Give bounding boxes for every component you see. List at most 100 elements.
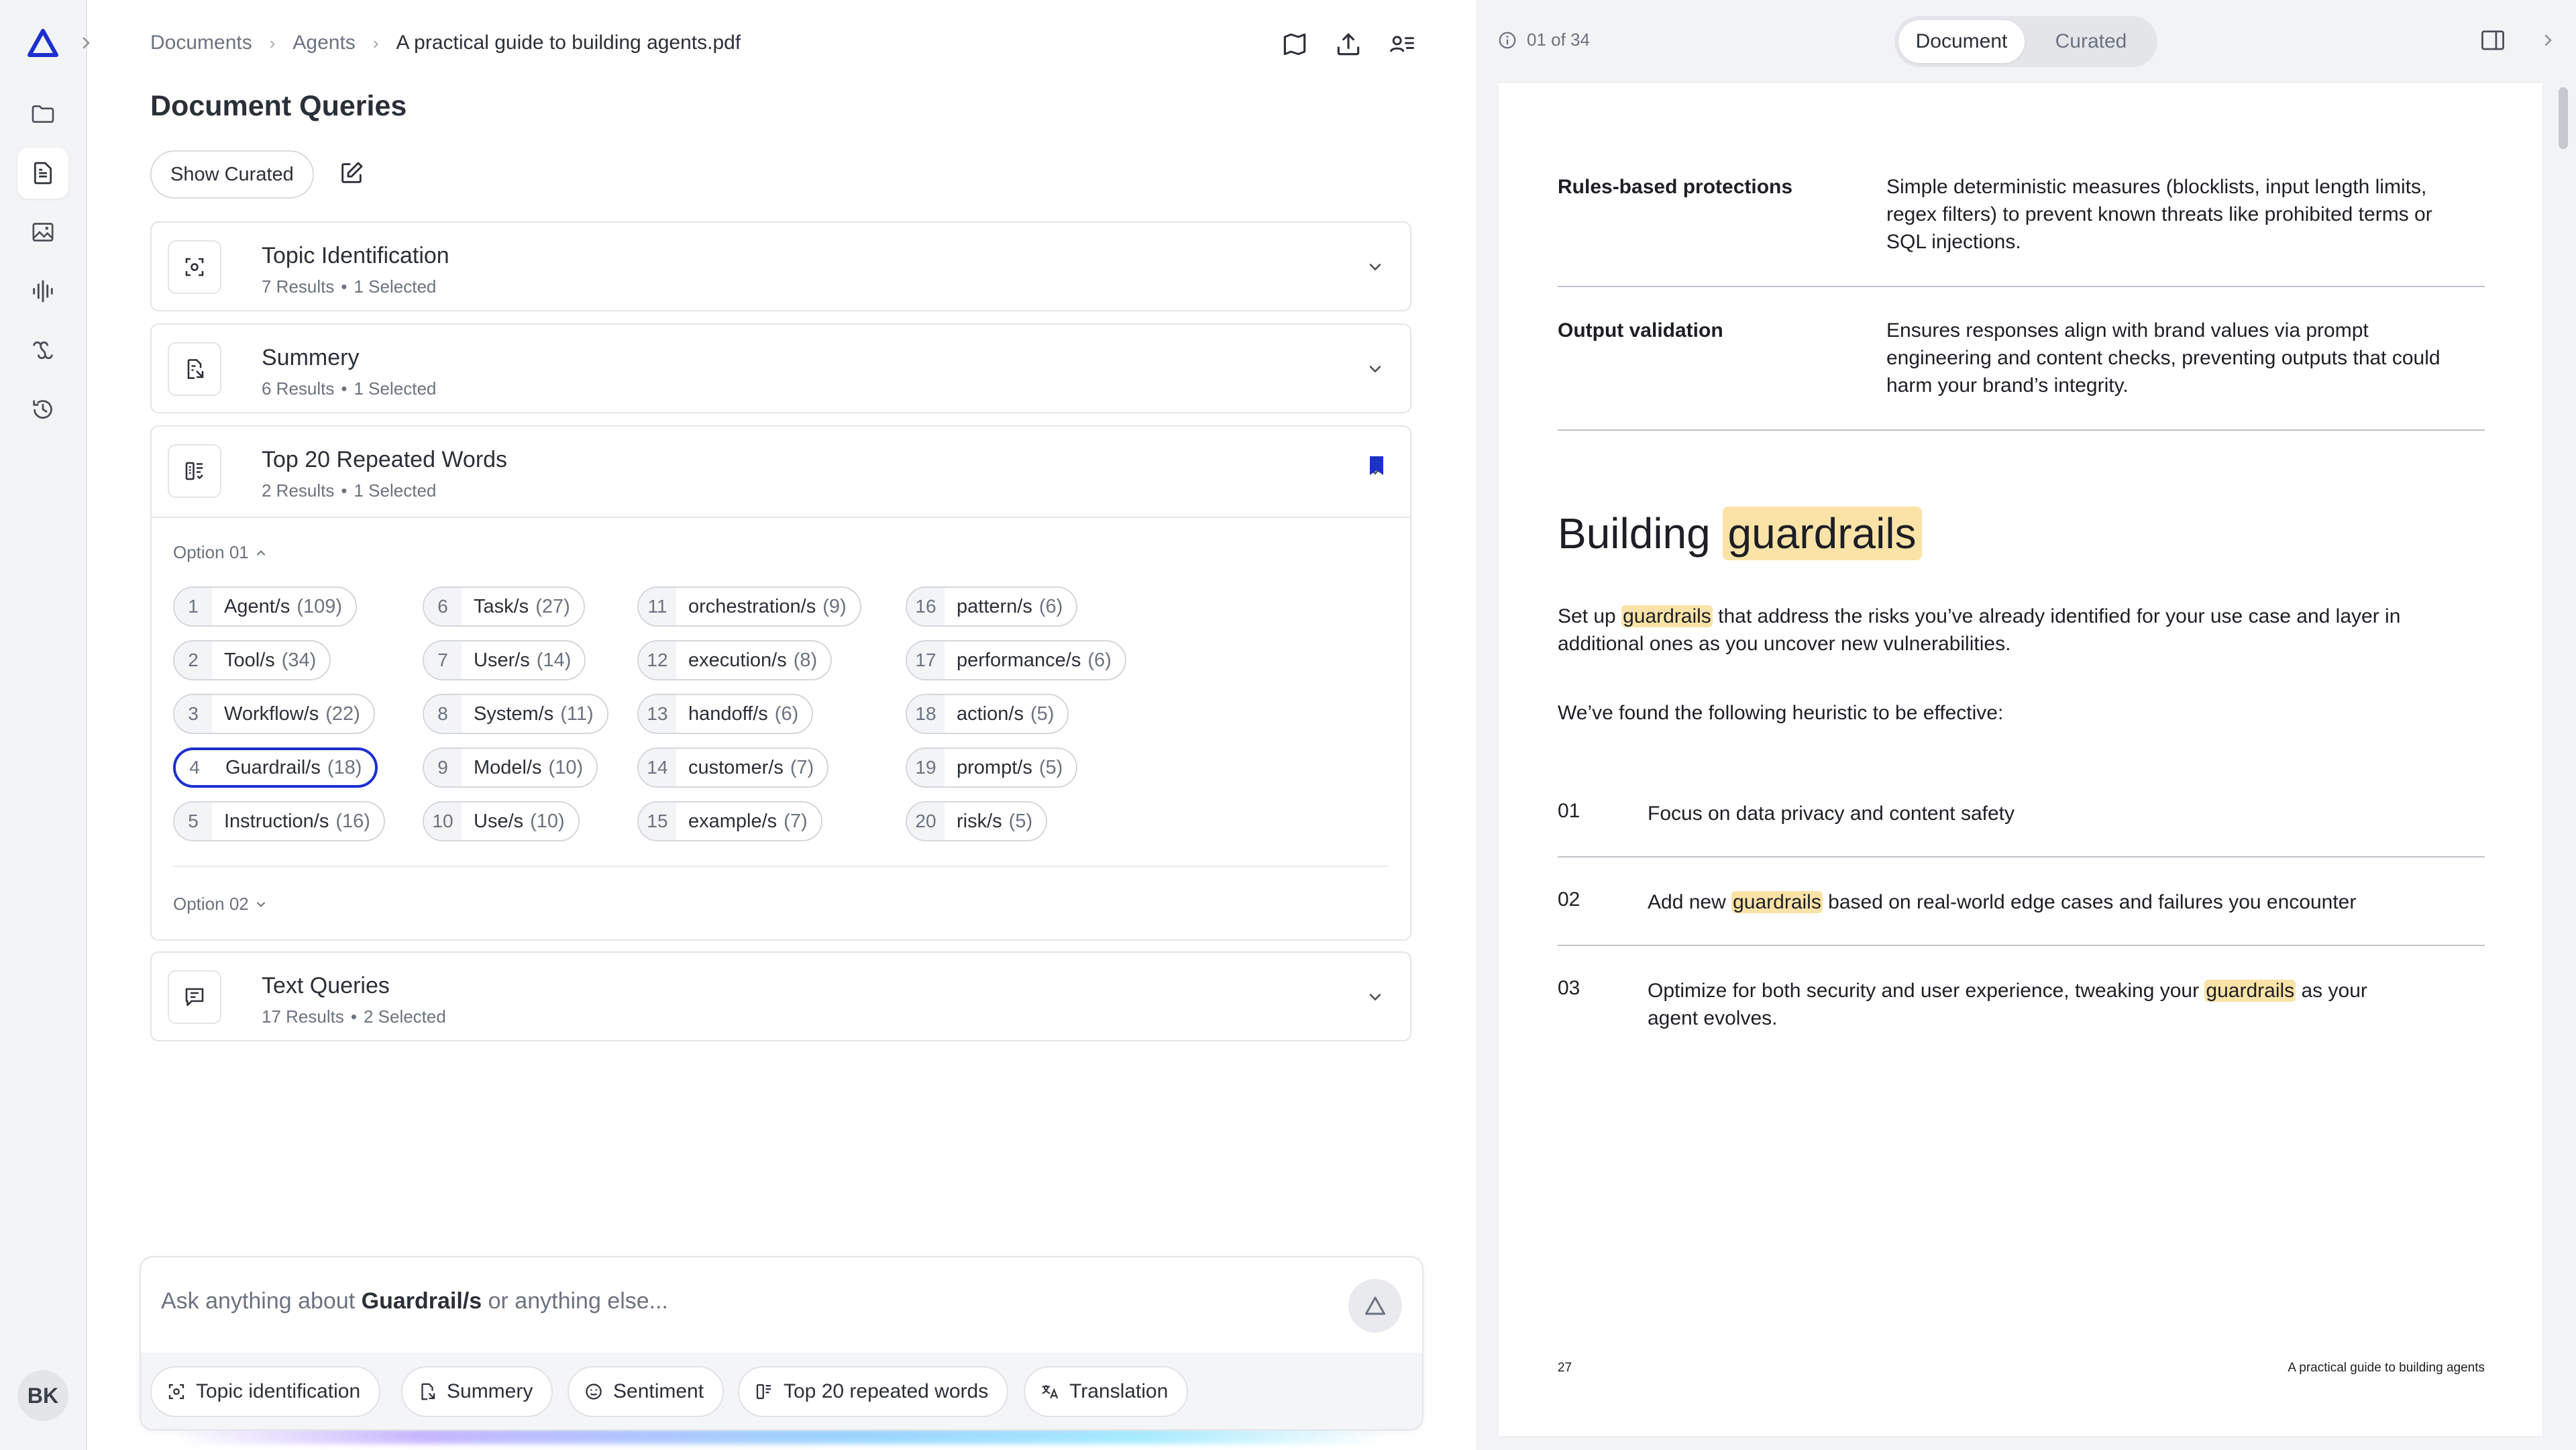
word-chip[interactable]: 11 orchestration/s (9)	[637, 586, 861, 627]
search-highlight: guardrails	[2204, 980, 2296, 1002]
word-chip[interactable]: 8 System/s (11)	[423, 694, 608, 734]
word-chip[interactable]: 14 customer/s (7)	[637, 747, 829, 788]
quick-action-summery[interactable]: Summery	[401, 1366, 553, 1417]
word-chip[interactable]: 5 Instruction/s (16)	[173, 801, 385, 841]
scrollbar[interactable]	[2559, 87, 2568, 149]
summary-doc-icon	[417, 1382, 437, 1402]
chevron-down-icon[interactable]	[1366, 988, 1385, 1006]
row-divider	[1558, 945, 2485, 946]
word-chip[interactable]: 2 Tool/s (34)	[173, 640, 331, 680]
show-curated-button[interactable]: Show Curated	[150, 150, 314, 199]
sidebar-item-audio[interactable]	[17, 266, 68, 317]
prompt-input[interactable]: Ask anything about Guardrail/s or anythi…	[161, 1288, 668, 1314]
expand-sidebar-chevron-icon[interactable]	[78, 35, 94, 51]
quick-action-sentiment[interactable]: Sentiment	[568, 1366, 724, 1417]
word-chip[interactable]: 15 example/s (7)	[637, 801, 822, 841]
query-card-top-20-repeated-words[interactable]: Top 20 Repeated Words 2 Results • 1 Select…	[150, 425, 1411, 941]
sidebar-item-history[interactable]	[17, 384, 68, 435]
image-icon	[30, 219, 56, 246]
sentiment-icon	[584, 1382, 604, 1402]
chevron-right-icon[interactable]	[2540, 32, 2556, 48]
chevron-up-icon	[254, 546, 268, 560]
bookmark-icon[interactable]	[1368, 455, 1385, 476]
side-panel-icon[interactable]	[2479, 28, 2506, 52]
query-meta: 2 Results • 1 Selected	[262, 480, 437, 501]
page-title: Document Queries	[150, 90, 407, 122]
word-chip[interactable]: 1 Agent/s (109)	[173, 586, 358, 627]
query-card-summery[interactable]: Summery 6 Results • 1 Selected	[150, 323, 1411, 413]
row-divider	[1558, 856, 2485, 858]
word-chip[interactable]: 18 action/s (5)	[906, 694, 1069, 734]
breadcrumb: Documents › Agents › A practical guide t…	[150, 30, 741, 56]
document-icon	[30, 160, 56, 187]
option-01-toggle[interactable]: Option 01	[173, 542, 268, 563]
step-text: Focus on data privacy and content safety	[1648, 802, 2015, 825]
share-upload-icon[interactable]	[1332, 28, 1364, 60]
topic-scan-icon	[166, 1382, 186, 1402]
page-counter: 01 of 34	[1497, 30, 1590, 50]
tab-curated[interactable]: Curated	[2029, 20, 2153, 63]
sidebar-item-documents[interactable]	[17, 148, 68, 199]
book-icon[interactable]	[1279, 28, 1311, 60]
search-highlight: guardrails	[1722, 507, 1922, 560]
word-chip[interactable]: 17 performance/s (6)	[906, 640, 1126, 680]
chevron-down-icon[interactable]	[1366, 258, 1385, 276]
translate-icon	[1040, 1382, 1060, 1402]
prompt-box[interactable]: Ask anything about Guardrail/s or anythi…	[140, 1256, 1424, 1431]
word-chip[interactable]: 20 risk/s (5)	[906, 801, 1048, 841]
query-title: Topic Identification	[262, 243, 449, 268]
avatar[interactable]: BK	[17, 1370, 68, 1421]
query-meta: 6 Results • 1 Selected	[262, 378, 437, 399]
word-chip[interactable]: 9 Model/s (10)	[423, 747, 598, 788]
search-highlight: guardrails	[1731, 891, 1823, 913]
query-card-text-queries[interactable]: Text Queries 17 Results • 2 Selected	[150, 951, 1411, 1041]
word-chip[interactable]: 10 Use/s (10)	[423, 801, 580, 841]
query-title: Top 20 Repeated Words	[262, 447, 508, 472]
sidebar-item-folders[interactable]	[17, 89, 68, 140]
edit-icon[interactable]	[338, 160, 368, 189]
summary-doc-icon	[168, 342, 221, 396]
chevron-down-icon	[254, 898, 268, 911]
quick-action-translation[interactable]: Translation	[1024, 1366, 1189, 1417]
query-meta: 7 Results • 1 Selected	[262, 276, 437, 297]
document-paragraph: We’ve found the following heuristic to b…	[1558, 702, 2004, 724]
step-text: Add new guardrails based on real-world e…	[1648, 891, 2357, 913]
app-logo-icon[interactable]	[27, 28, 59, 59]
word-chip[interactable]: 12 execution/s (8)	[637, 640, 833, 680]
search-highlight: guardrails	[1621, 605, 1713, 627]
breadcrumb-separator-icon: ›	[269, 32, 276, 53]
repeated-words-icon	[754, 1382, 774, 1402]
row-divider	[1558, 286, 2485, 287]
word-chip-selected[interactable]: 4 Guardrail/s (18)	[173, 747, 378, 788]
user-list-icon[interactable]	[1386, 28, 1418, 60]
word-chip[interactable]: 19 prompt/s (5)	[906, 747, 1078, 788]
quick-action-top-20-repeated-words[interactable]: Top 20 repeated words	[738, 1366, 1009, 1417]
breadcrumb-agents[interactable]: Agents	[292, 32, 355, 54]
step-text: Optimize for both security and user expe…	[1648, 980, 2367, 1029]
query-card-topic-identification[interactable]: Topic Identification 7 Results • 1 Selecte…	[150, 221, 1411, 311]
word-chip[interactable]: 3 Workflow/s (22)	[173, 694, 375, 734]
sidebar-item-images[interactable]	[17, 207, 68, 258]
word-chip[interactable]: 16 pattern/s (6)	[906, 586, 1078, 627]
breadcrumb-current-file: A practical guide to building agents.pdf	[396, 32, 741, 54]
document-paragraph: Set up guardrails that address the risks…	[1558, 605, 2401, 655]
repeated-words-icon	[168, 444, 221, 498]
step-number: 03	[1558, 977, 1580, 999]
audio-waveform-icon	[30, 278, 56, 305]
query-title: Text Queries	[262, 973, 390, 998]
word-chip[interactable]: 7 User/s (14)	[423, 640, 586, 680]
word-chip[interactable]: 13 handoff/s (6)	[637, 694, 814, 734]
row-divider	[1558, 429, 2485, 431]
word-chip[interactable]: 6 Task/s (27)	[423, 586, 585, 627]
send-button[interactable]	[1348, 1279, 1402, 1333]
sidebar-item-connections[interactable]	[17, 325, 68, 376]
step-number: 01	[1558, 800, 1580, 822]
breadcrumb-documents[interactable]: Documents	[150, 32, 252, 54]
chevron-down-icon[interactable]	[1366, 360, 1385, 378]
folder-icon	[30, 101, 56, 127]
tab-document[interactable]: Document	[1898, 20, 2025, 63]
quick-action-topic-identification[interactable]: Topic identification	[150, 1366, 381, 1417]
definition-description: Ensures responses align with brand value…	[1886, 319, 2440, 397]
definition-term: Output validation	[1558, 319, 1723, 342]
option-02-toggle[interactable]: Option 02	[173, 894, 268, 915]
